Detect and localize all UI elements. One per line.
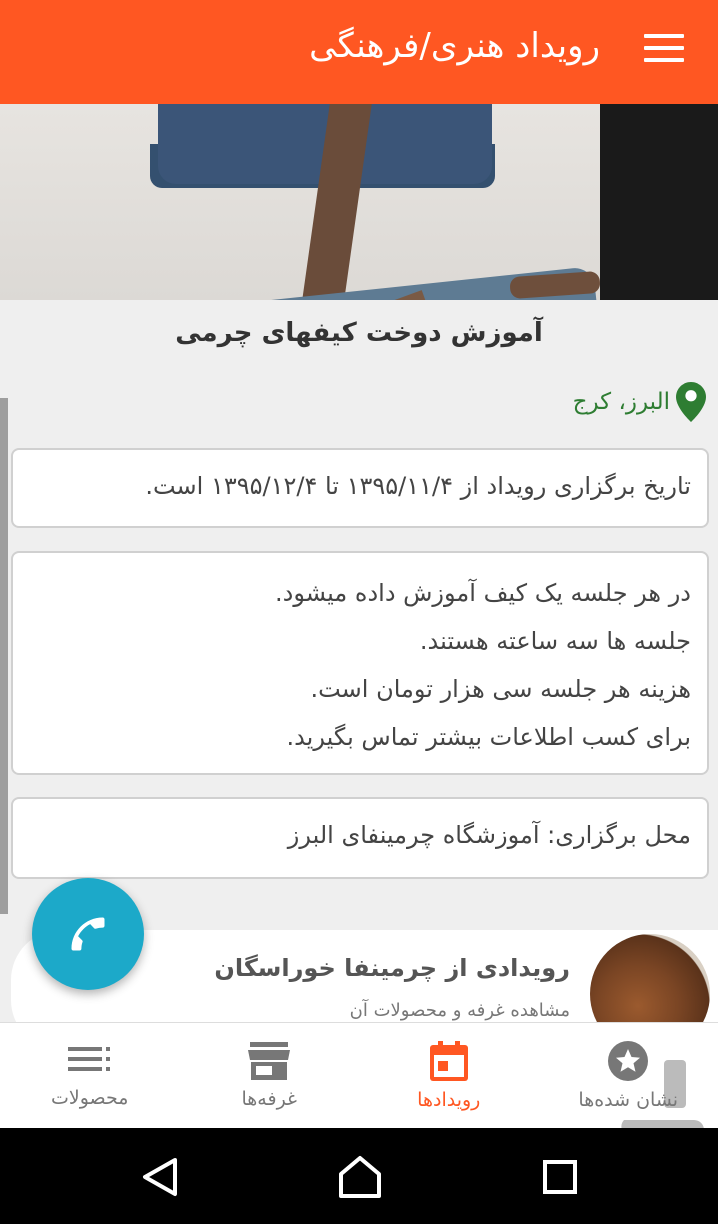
- scroll-indicator: [0, 398, 8, 914]
- event-venue-card: محل برگزاری: آموزشگاه چرمینفای البرز: [11, 797, 709, 879]
- calendar-icon: [429, 1040, 468, 1081]
- description-line: برای کسب اطلاعات بیشتر تماس بگیرید.: [286, 723, 691, 751]
- description-line: در هر جلسه یک کیف آموزش داده میشود.: [275, 579, 691, 607]
- nav-label: غرفه‌ها: [241, 1087, 298, 1110]
- nav-stores[interactable]: غرفه‌ها: [180, 1023, 360, 1128]
- nav-label: رویدادها: [417, 1088, 481, 1111]
- nav-products[interactable]: محصولات: [0, 1023, 180, 1128]
- store-icon: [248, 1041, 291, 1080]
- event-date-text: تاریخ برگزاری رویداد از ۱۳۹۵/۱۱/۴ تا ۱۳۹…: [145, 472, 691, 500]
- event-venue-text: محل برگزاری: آموزشگاه چرمینفای البرز: [287, 821, 691, 849]
- bottom-navigation: محصولات غرفه‌ها رویدادها نشان شده‌ها: [0, 1022, 718, 1128]
- list-icon: [67, 1046, 110, 1071]
- phone-icon: [71, 917, 105, 951]
- nav-label: محصولات: [51, 1086, 129, 1109]
- location-pin-icon: [676, 382, 706, 422]
- app-bar: رویداد هنری/فرهنگی: [0, 0, 718, 104]
- event-date-card: تاریخ برگزاری رویداد از ۱۳۹۵/۱۱/۴ تا ۱۳۹…: [11, 448, 709, 528]
- promo-title: رویدادی از چرمینفا خوراسگان: [214, 954, 570, 982]
- nav-label: نشان شده‌ها: [578, 1088, 679, 1111]
- nav-bookmarks[interactable]: نشان شده‌ها: [539, 1023, 718, 1128]
- page-title: رویداد هنری/فرهنگی: [309, 26, 600, 66]
- description-line: جلسه ها سه ساعته هستند.: [419, 627, 691, 655]
- menu-icon[interactable]: [644, 34, 684, 64]
- call-button[interactable]: [32, 878, 144, 990]
- location-text: البرز، کرج: [572, 389, 670, 415]
- recents-icon[interactable]: [535, 1152, 585, 1202]
- home-icon[interactable]: [335, 1152, 385, 1202]
- event-description-card: در هر جلسه یک کیف آموزش داده میشود. جلسه…: [11, 551, 709, 775]
- description-line: هزینه هر جلسه سی هزار تومان است.: [310, 675, 691, 703]
- back-icon[interactable]: [135, 1152, 185, 1202]
- nav-events[interactable]: رویدادها: [359, 1023, 539, 1128]
- system-navigation-bar: [0, 1128, 718, 1224]
- event-title: آموزش دوخت کیفهای چرمی: [175, 318, 543, 348]
- star-icon: [608, 1040, 649, 1081]
- promo-subtitle: مشاهده غرفه و محصولات آن: [349, 1000, 570, 1021]
- event-image: [0, 104, 718, 300]
- event-location: البرز، کرج: [573, 382, 706, 422]
